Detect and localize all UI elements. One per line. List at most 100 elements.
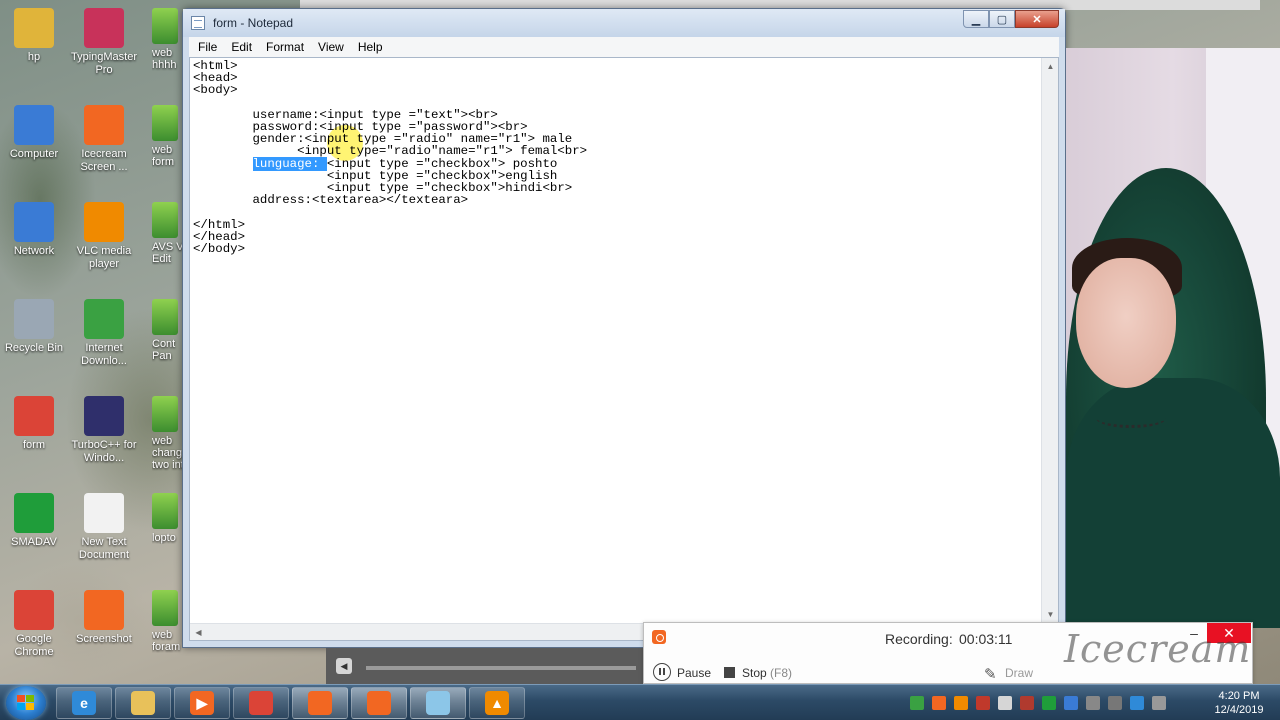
tray-app-icon-5[interactable] — [998, 696, 1012, 710]
desktop-shortcut[interactable]: Icecream Screen ... — [70, 105, 138, 174]
menu-file[interactable]: File — [191, 40, 224, 54]
tray-battery-icon[interactable] — [1152, 696, 1166, 710]
taskbar-button[interactable] — [410, 687, 466, 719]
desktop-shortcut-label: SMADAV — [11, 536, 57, 548]
text-after-selection: <input type ="checkbox"> poshto <input t… — [193, 156, 573, 257]
pencil-icon[interactable]: ✎ — [984, 665, 997, 683]
desktop-shortcut[interactable]: Recycle Bin — [0, 299, 68, 355]
tray-app-icon-4[interactable] — [976, 696, 990, 710]
desktop-shortcut[interactable]: SMADAV — [0, 493, 68, 549]
partial-shortcut-label: Cont Pan — [152, 338, 176, 362]
taskbar-clock[interactable]: 4:20 PM 12/4/2019 — [1206, 689, 1272, 717]
text-before-selection: <html> <head> <body> username:<input typ… — [193, 60, 588, 159]
web-partial-icon-2[interactable]: web form — [152, 105, 182, 168]
maximize-button[interactable]: ▢ — [989, 10, 1015, 28]
menu-view[interactable]: View — [311, 40, 351, 54]
menu-help[interactable]: Help — [351, 40, 390, 54]
tray-app-icon-6[interactable] — [1020, 696, 1034, 710]
tray-app-icon-3[interactable] — [954, 696, 968, 710]
recycle-bin-icon — [14, 299, 54, 339]
icecream-watermark: Icecream — [1064, 627, 1252, 671]
file-explorer-icon — [131, 691, 155, 715]
web-partial-icon-3[interactable]: web chang two int — [152, 396, 182, 471]
windows-logo-icon — [17, 695, 35, 711]
chrome-form-icon — [14, 396, 54, 436]
pause-button[interactable]: Pause — [677, 666, 711, 680]
desktop-shortcut[interactable]: TypingMaster Pro — [70, 8, 138, 77]
partial-shortcut-label: AVS Vi Edit — [152, 241, 182, 265]
taskbar-button[interactable] — [233, 687, 289, 719]
desktop-shortcut[interactable]: TurboC++ for Windo... — [70, 396, 138, 465]
vertical-scrollbar[interactable]: ▲ ▼ — [1041, 58, 1058, 623]
editor-text[interactable]: <html> <head> <body> username:<input typ… — [193, 60, 1038, 620]
desktop-shortcut[interactable]: Network — [0, 202, 68, 258]
screenshot-taskbar-icon — [367, 691, 391, 715]
taskbar-button[interactable]: ▲ — [469, 687, 525, 719]
stop-icon[interactable] — [724, 667, 735, 678]
minimize-button[interactable]: ▁ — [963, 10, 989, 28]
taskbar-button[interactable]: e — [56, 687, 112, 719]
taskbar-button[interactable] — [292, 687, 348, 719]
menu-bar: File Edit Format View Help — [189, 37, 1059, 57]
menu-edit[interactable]: Edit — [224, 40, 259, 54]
desktop-shortcut-label: Screenshot — [76, 633, 132, 645]
draw-button[interactable]: Draw — [1005, 666, 1033, 680]
tray-app-icon-7[interactable] — [1064, 696, 1078, 710]
web-shortcut-icon — [152, 105, 178, 141]
web-shortcut-icon — [152, 396, 178, 432]
notepad-titlebar[interactable]: form - Notepad ▁ ▢ ✕ — [183, 9, 1065, 37]
desktop-shortcut[interactable]: form — [0, 396, 68, 452]
close-button[interactable]: ✕ — [1015, 10, 1059, 28]
icecream-screen-icon — [84, 105, 124, 145]
desktop-shortcut-label: VLC media player — [76, 245, 132, 270]
menu-format[interactable]: Format — [259, 40, 311, 54]
pause-icon[interactable] — [653, 663, 671, 681]
avs-video-editor-partial-icon[interactable]: AVS Vi Edit — [152, 202, 182, 265]
screenshot-icon — [84, 590, 124, 630]
taskbar-button[interactable] — [115, 687, 171, 719]
vlc-icon — [84, 202, 124, 242]
laptop-partial-icon[interactable]: lopto — [152, 493, 182, 544]
web-shortcut-icon — [152, 299, 178, 335]
chrome-taskbar-icon — [249, 691, 273, 715]
taskbar-button[interactable] — [351, 687, 407, 719]
desktop-shortcut[interactable]: Screenshot — [70, 590, 138, 646]
desktop-shortcut[interactable]: VLC media player — [70, 202, 138, 271]
tray-volume-icon[interactable] — [1108, 696, 1122, 710]
web-partial-icon-1[interactable]: web hhhh — [152, 8, 182, 71]
internet-download-manager-icon — [84, 299, 124, 339]
desktop-shortcut-label: TurboC++ for Windo... — [71, 439, 137, 464]
desktop-shortcut-label: Internet Downlo... — [81, 342, 127, 367]
desktop-shortcut[interactable]: Internet Downlo... — [70, 299, 138, 368]
computer-icon — [14, 105, 54, 145]
clock-date: 12/4/2019 — [1214, 704, 1264, 716]
text-editor[interactable]: <html> <head> <body> username:<input typ… — [189, 57, 1059, 641]
desktop-shortcut[interactable]: New Text Document — [70, 493, 138, 562]
media-player-icon: ▶ — [190, 691, 214, 715]
control-panel-partial-icon[interactable]: Cont Pan — [152, 299, 182, 362]
notepad-window[interactable]: form - Notepad ▁ ▢ ✕ File Edit Format Vi… — [182, 8, 1066, 648]
tray-smadav-icon[interactable] — [1042, 696, 1056, 710]
web-partial-icon-4[interactable]: web foram — [152, 590, 182, 653]
desktop-shortcut-label: form — [23, 439, 45, 451]
turbocpp-icon — [84, 396, 124, 436]
recording-widget: Recording: 00:03:11 – ✕ Pause Stop (F8) … — [643, 622, 1253, 684]
stop-button[interactable]: Stop (F8) — [742, 666, 792, 680]
scroll-left-arrow-icon[interactable]: ◀ — [190, 624, 207, 641]
scroll-up-arrow-icon[interactable]: ▲ — [1042, 58, 1059, 75]
smadav-icon — [14, 493, 54, 533]
start-button[interactable] — [6, 686, 46, 720]
taskbar-button[interactable]: ▶ — [174, 687, 230, 719]
vlc-taskbar-icon: ▲ — [485, 691, 509, 715]
desktop-shortcut[interactable]: Computer — [0, 105, 68, 161]
desktop-shortcut[interactable]: Google Chrome — [0, 590, 68, 659]
desktop-shortcut[interactable]: hp — [0, 8, 68, 64]
tray-app-icon-2[interactable] — [932, 696, 946, 710]
tray-app-icon-1[interactable] — [910, 696, 924, 710]
system-tray — [906, 689, 1170, 717]
web-shortcut-icon — [152, 590, 178, 626]
scroll-down-arrow-icon[interactable]: ▼ — [1042, 606, 1059, 623]
stop-shortcut: (F8) — [770, 666, 793, 680]
tray-network-icon[interactable] — [1086, 696, 1100, 710]
tray-bluetooth-icon[interactable] — [1130, 696, 1144, 710]
